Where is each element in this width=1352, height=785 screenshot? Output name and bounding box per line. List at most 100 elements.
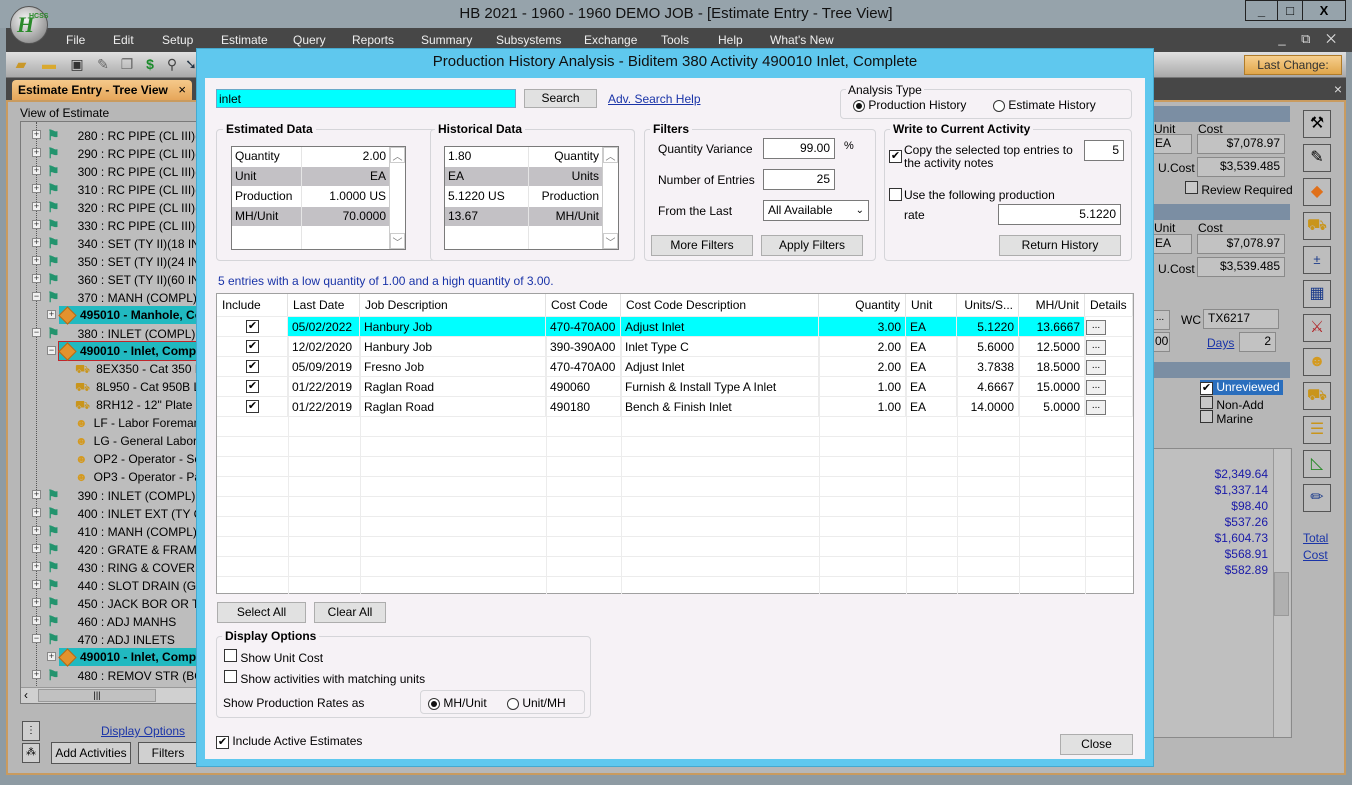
menu-file[interactable]: File	[66, 33, 85, 47]
activity-icon[interactable]: ◆	[1303, 178, 1331, 206]
cell-include[interactable]: ✔	[217, 397, 288, 417]
cost-list-scroll-thumb[interactable]	[1274, 572, 1289, 616]
mdi-controls[interactable]: _ ⧉ ✕	[1278, 31, 1342, 47]
panel-close-icon[interactable]: ×	[1334, 81, 1342, 97]
days-link[interactable]: Days	[1207, 336, 1234, 350]
apply-filters-button[interactable]: Apply Filters	[761, 235, 863, 256]
estimated-data-grid[interactable]: Quantity 2.00 Unit EA Production 1.0000 US …	[231, 146, 406, 250]
menu-summary[interactable]: Summary	[421, 33, 472, 47]
tree-node[interactable]: ⚑ 440 : SLOT DRAIN (GA	[47, 576, 197, 594]
include-active-estimates-checkbox[interactable]: ✔ Include Active Estimates	[216, 734, 362, 749]
search-icon[interactable]: ⚲	[163, 56, 181, 72]
column-header-last-date[interactable]: Last Date	[288, 294, 360, 316]
collapse-icon[interactable]: −	[47, 346, 56, 355]
unit-field[interactable]: EA	[1150, 134, 1192, 154]
tree-node[interactable]: ⚑ 370 : MANH (COMPL)	[47, 288, 197, 306]
unit-field[interactable]: EA	[1150, 234, 1192, 254]
tree-node[interactable]: ⚑ 350 : SET (TY II)(24 IN)	[47, 252, 197, 270]
include-checkbox[interactable]: ✔	[246, 400, 259, 413]
expand-icon[interactable]: +	[32, 166, 41, 175]
scroll-down-icon[interactable]: ﹀	[603, 233, 618, 249]
table-row[interactable]: ✔ 05/02/2022 Hanbury Job 470-470A00 Adjust I…	[217, 317, 1133, 337]
historical-data-grid[interactable]: 1.80 Quantity EA Units 5.1220 US Production…	[444, 146, 619, 250]
cell-include[interactable]: ✔	[217, 377, 288, 397]
tree-horizontal-scrollbar[interactable]: ‹ |||	[21, 687, 197, 703]
cell-details[interactable]: ...	[1085, 337, 1133, 357]
pencil-icon[interactable]: ✏	[1303, 484, 1331, 512]
cell-details[interactable]: ...	[1085, 377, 1133, 397]
scroll-up-icon[interactable]: ︿	[603, 147, 618, 163]
materials-icon[interactable]: ☰	[1303, 416, 1331, 444]
app-logo[interactable]: HCSS H	[10, 6, 48, 44]
expand-icon[interactable]: +	[32, 598, 41, 607]
include-checkbox[interactable]: ✔	[246, 320, 259, 333]
menu-query[interactable]: Query	[293, 33, 326, 47]
history-table[interactable]: Include Last Date Job Description Cost Code…	[216, 293, 1134, 594]
table-row[interactable]: ✔ 05/09/2019 Fresno Job 470-470A00 Adjust In…	[217, 357, 1133, 377]
tree-node[interactable]: ⚑ 430 : RING & COVER	[47, 558, 195, 576]
copy-icon[interactable]: ❐	[118, 56, 136, 72]
details-button[interactable]: ...	[1086, 340, 1106, 355]
days-field[interactable]: 2	[1239, 332, 1276, 352]
expand-icon[interactable]: +	[32, 508, 41, 517]
table-row[interactable]: ✔ 01/22/2019 Raglan Road 490180 Bench & Fini…	[217, 397, 1133, 417]
tree-node[interactable]: ⛟ 8EX350 - Cat 350 Exc	[75, 360, 197, 378]
expand-icon[interactable]: +	[47, 310, 56, 319]
tree-node[interactable]: ☻ OP2 - Operator - Sc	[75, 450, 197, 468]
column-header-mh-unit[interactable]: MH/Unit	[1019, 294, 1085, 316]
clear-all-button[interactable]: Clear All	[314, 602, 386, 623]
cost-field[interactable]: $7,078.97	[1197, 234, 1285, 254]
save-icon[interactable]: ▣	[68, 56, 86, 72]
column-header-cost-code-description[interactable]: Cost Code Description	[621, 294, 819, 316]
copy-count-input[interactable]: 5	[1084, 140, 1124, 161]
cell-include[interactable]: ✔	[217, 357, 288, 377]
menu-subsystems[interactable]: Subsystems	[496, 33, 561, 47]
collapse-icon[interactable]: −	[32, 292, 41, 301]
equipment-icon[interactable]: ⛟	[1303, 212, 1331, 240]
table-row[interactable]: ✔ 12/02/2020 Hanbury Job 390-390A00 Inlet Ty…	[217, 337, 1133, 357]
tree-node[interactable]: ⚑ 300 : RC PIPE (CL III)(1	[47, 162, 197, 180]
open-folder-icon[interactable]: ▰	[12, 56, 30, 72]
menu-whats-new[interactable]: What's New	[770, 33, 834, 47]
tree-node[interactable]: ⚑ 280 : RC PIPE (CL III)(1	[47, 126, 197, 144]
wrench-icon[interactable]: ⚔	[1303, 314, 1331, 342]
table-row[interactable]: ✔ 01/22/2019 Raglan Road 490060 Furnish & In…	[217, 377, 1133, 397]
menu-reports[interactable]: Reports	[352, 33, 394, 47]
show-matching-units-checkbox[interactable]: Show activities with matching units	[224, 670, 425, 686]
filters-button[interactable]: Filters	[138, 742, 198, 764]
cell-include[interactable]: ✔	[217, 317, 288, 337]
menu-edit[interactable]: Edit	[113, 33, 134, 47]
search-input[interactable]	[216, 89, 516, 108]
tree-node[interactable]: ⚑ 400 : INLET EXT (TY C	[47, 504, 197, 522]
tree-node[interactable]: ⚑ 340 : SET (TY II)(18 IN)	[47, 234, 197, 252]
add-activities-button[interactable]: Add Activities	[51, 742, 131, 764]
expand-icon[interactable]: +	[32, 670, 41, 679]
cell-details[interactable]: ...	[1085, 357, 1133, 377]
quantity-variance-input[interactable]: 99.00	[763, 138, 835, 159]
ucost-field[interactable]: $3,539.485	[1197, 157, 1285, 177]
cell-details[interactable]: ...	[1085, 317, 1133, 337]
expand-icon[interactable]: +	[47, 652, 56, 661]
tab-close-icon[interactable]: ×	[178, 82, 186, 97]
column-header-unit[interactable]: Unit	[906, 294, 957, 316]
return-history-button[interactable]: Return History	[999, 235, 1121, 256]
labor-icon[interactable]: ☻	[1303, 348, 1331, 376]
tree-node[interactable]: ⚑ 460 : ADJ MANHS	[47, 612, 176, 630]
tree-node[interactable]: ⚑ 410 : MANH (COMPL)	[47, 522, 197, 540]
estimate-tree[interactable]: + ⚑ 280 : RC PIPE (CL III)(1 + ⚑ 290 : RC PIP…	[20, 121, 198, 704]
tree-node[interactable]: ⛟ 8RH12 - 12" Plate Co	[75, 396, 197, 414]
cost-field[interactable]: $7,078.97	[1197, 134, 1285, 154]
tree-node[interactable]: ⚑ 320 : RC PIPE (CL III)(4	[47, 198, 197, 216]
scroll-down-icon[interactable]: ﹀	[390, 233, 405, 249]
equipment-icon[interactable]: ⛟	[1303, 382, 1331, 410]
tree-node[interactable]: ⚑ 290 : RC PIPE (CL III)(1	[47, 144, 197, 162]
marine-checkbox[interactable]: Marine	[1200, 410, 1253, 426]
tree-node[interactable]: ☻ LG - General Labore	[75, 432, 197, 450]
tree-node[interactable]: ⚑ 330 : RC PIPE (CL III)(7	[47, 216, 197, 234]
expand-icon[interactable]: +	[32, 490, 41, 499]
show-unit-cost-checkbox[interactable]: Show Unit Cost	[224, 649, 323, 665]
tree-node[interactable]: ⛟ 8L950 - Cat 950B Lo	[75, 378, 197, 396]
collapse-icon[interactable]: −	[32, 634, 41, 643]
subcontract-icon[interactable]: ◺	[1303, 450, 1331, 478]
wc-field[interactable]: TX6217	[1203, 309, 1279, 329]
